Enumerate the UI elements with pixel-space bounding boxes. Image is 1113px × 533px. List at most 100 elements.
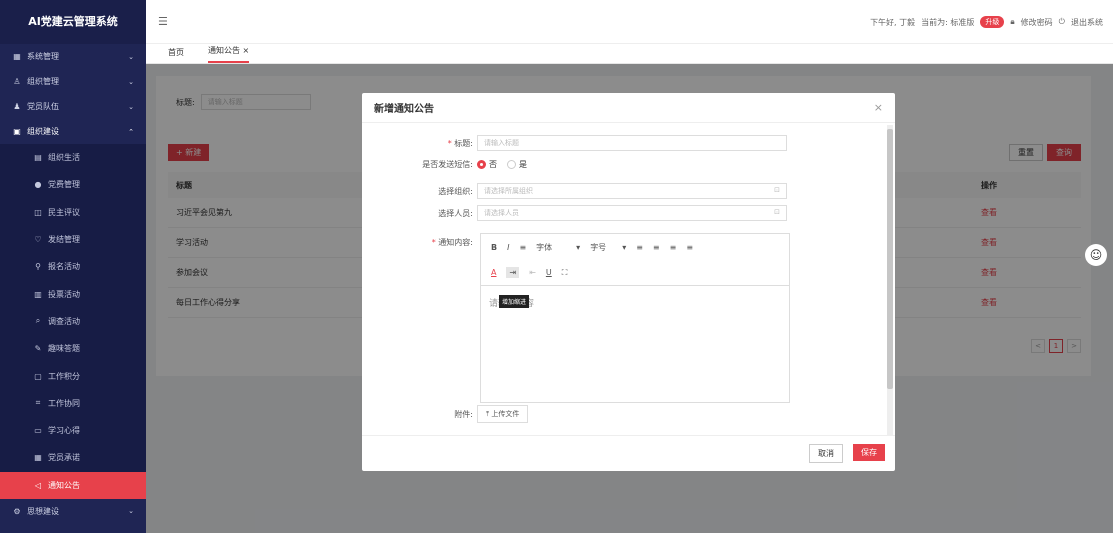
editor-toolbar-1: B I ≡ 字体 ▾ 字号 ▾ ≡ ≡ ≡ ≡ xyxy=(481,234,789,260)
app-title: AI党建云管理系统 xyxy=(0,0,146,44)
vote-icon: ▥ xyxy=(34,289,42,299)
title-input[interactable]: 请输入标题 xyxy=(477,135,787,151)
sub-label: 发结管理 xyxy=(48,235,80,245)
dialog-body: * 标题: 请输入标题 是否发送短信: 否 是 选择组织: 请选择所属组织 ⊡ 选… xyxy=(362,125,885,435)
sub-item-promise[interactable]: ▦ 党员承诺 xyxy=(0,444,146,472)
sub-item-signup[interactable]: ⚲ 报名活动 xyxy=(0,253,146,281)
sub-item-manage[interactable]: ♡ 发结管理 xyxy=(0,225,146,254)
size-select[interactable]: 字号 xyxy=(590,242,606,253)
tab-home[interactable]: 首页 xyxy=(168,47,184,63)
sub-item-vote[interactable]: ▥ 投票活动 xyxy=(0,280,146,308)
org-row: 选择组织: 请选择所属组织 ⊡ xyxy=(362,183,885,199)
sub-label: 报名活动 xyxy=(48,262,80,272)
book-icon: ▭ xyxy=(34,426,42,436)
search-icon: ⌕ xyxy=(35,316,41,326)
version-label: 当前为: 标准版 xyxy=(921,17,975,27)
menu-thought[interactable]: ⚙ 思想建设 ⌄ xyxy=(0,499,146,524)
upload-button[interactable]: ⤒ 上传文件 xyxy=(477,405,529,423)
sub-label: 工作协同 xyxy=(48,398,80,408)
sub-label: 组织生活 xyxy=(48,153,80,163)
chevron-down-icon: ⌄ xyxy=(128,52,134,61)
outdent-icon[interactable]: ⇤ xyxy=(529,268,536,277)
size-chevron-icon[interactable]: ▾ xyxy=(622,243,626,252)
dialog-title: 新增通知公告 xyxy=(374,104,434,115)
sub-label: 通知公告 xyxy=(48,480,80,490)
title-row: * 标题: 请输入标题 xyxy=(362,135,885,151)
scroll-thumb[interactable] xyxy=(887,129,893,389)
person-select[interactable]: 请选择人员 ⊡ xyxy=(477,205,787,221)
gear-icon: ⚙ xyxy=(13,506,21,516)
indent-icon[interactable]: ⇥ xyxy=(506,267,520,278)
menu-system[interactable]: ▦ 系统管理 ⌄ xyxy=(0,44,146,69)
radio-label: 否 xyxy=(489,160,497,169)
megaphone-icon: ◁ xyxy=(34,480,42,490)
close-icon[interactable]: × xyxy=(874,101,883,114)
menu-members[interactable]: ♟ 党员队伍 ⌄ xyxy=(0,94,146,119)
menu-label: 组织建设 xyxy=(27,127,59,136)
dialog-header: 新增通知公告 × xyxy=(362,93,895,123)
menu-fold-icon[interactable]: ☰ xyxy=(158,15,168,28)
sub-item-points[interactable]: ▢ 工作积分 xyxy=(0,362,146,390)
logout-icon: ⏻ xyxy=(1058,17,1065,26)
align-icon[interactable]: ≡ xyxy=(519,243,526,252)
sub-item-org-life[interactable]: ▤ 组织生活 xyxy=(0,144,146,172)
topbar: ☰ 下午好, 丁毅 当前为: 标准版 升级 🔒︎ 修改密码 ⏻ 退出系统 xyxy=(146,0,1113,44)
assistant-avatar-icon[interactable]: ☺ xyxy=(1085,244,1107,266)
sub-item-study[interactable]: ▭ 学习心得 xyxy=(0,416,146,445)
org-icon: ♙ xyxy=(13,77,21,86)
editor-toolbar-2: A ⇥ ⇤ U ⛶ xyxy=(481,260,789,286)
select-icon: ⊡ xyxy=(774,186,780,194)
logout-link[interactable]: 退出系统 xyxy=(1071,17,1103,28)
sms-row: 是否发送短信: 否 是 xyxy=(362,159,885,170)
sub-label: 党员承诺 xyxy=(48,453,80,463)
select-icon: ⊡ xyxy=(774,208,780,216)
sub-label: 学习心得 xyxy=(48,426,80,436)
align-right-icon[interactable]: ≡ xyxy=(670,243,677,252)
sms-no-radio[interactable]: 否 xyxy=(477,159,497,170)
indent-tooltip: 增加缩进 xyxy=(499,295,530,308)
person-placeholder: 请选择人员 xyxy=(484,209,519,217)
font-chevron-icon[interactable]: ▾ xyxy=(576,243,580,252)
save-button[interactable]: 保存 xyxy=(853,444,885,461)
font-select[interactable]: 字体 xyxy=(536,242,552,253)
sub-item-quiz[interactable]: ✎ 趣味答题 xyxy=(0,335,146,363)
tab-notice[interactable]: 通知公告 × xyxy=(208,45,250,63)
points-icon: ▢ xyxy=(34,371,42,381)
building-icon: ▣ xyxy=(13,127,21,136)
menu-org[interactable]: ♙ 组织管理 ⌄ xyxy=(0,69,146,94)
upgrade-badge[interactable]: 升级 xyxy=(980,16,1005,28)
menu-label: 思想建设 xyxy=(27,506,59,516)
sub-label: 民主评议 xyxy=(48,207,80,217)
change-password-link[interactable]: 修改密码 xyxy=(1021,17,1053,28)
title-label: * 标题: xyxy=(362,138,477,149)
align-justify-icon[interactable]: ≡ xyxy=(686,243,693,252)
align-left-icon[interactable]: ≡ xyxy=(636,243,643,252)
sub-item-survey[interactable]: ⌕ 调查活动 xyxy=(0,307,146,336)
underline-icon[interactable]: U xyxy=(546,268,552,277)
chevron-down-icon: ⌄ xyxy=(128,77,134,86)
shield-icon: ♡ xyxy=(34,235,42,245)
menu-construction[interactable]: ▣ 组织建设 ⌃ xyxy=(0,119,146,144)
font-color-icon[interactable]: A xyxy=(491,268,496,277)
dialog-scrollbar[interactable] xyxy=(887,125,893,435)
attach-row: 附件: ⤒ 上传文件 xyxy=(362,405,885,423)
lock-icon: 🔒︎ xyxy=(1010,17,1015,26)
italic-icon[interactable]: I xyxy=(507,243,509,252)
attach-label: 附件: xyxy=(454,409,473,419)
sms-label: 是否发送短信: xyxy=(422,160,473,169)
sub-item-review[interactable]: ◫ 民主评议 xyxy=(0,198,146,226)
align-center-icon[interactable]: ≡ xyxy=(653,243,660,252)
cancel-button[interactable]: 取消 xyxy=(809,444,843,463)
sub-label: 趣味答题 xyxy=(48,344,80,354)
sub-item-fee[interactable]: ● 党费管理 xyxy=(0,171,146,199)
notice-dialog: 新增通知公告 × * 标题: 请输入标题 是否发送短信: 否 是 选择组织: 请… xyxy=(362,93,895,471)
bold-icon[interactable]: B xyxy=(491,243,497,252)
signup-icon: ⚲ xyxy=(35,262,41,272)
sms-yes-radio[interactable]: 是 xyxy=(507,159,527,170)
fullscreen-icon[interactable]: ⛶ xyxy=(562,268,568,278)
person-row: 选择人员: 请选择人员 ⊡ xyxy=(362,205,885,221)
sub-item-collab[interactable]: ⌗ 工作协同 xyxy=(0,389,146,417)
sidebar: AI党建云管理系统 ▦ 系统管理 ⌄ ♙ 组织管理 ⌄ ♟ 党员队伍 ⌄ ▣ 组织建设 ⌃ ▤ 组… xyxy=(0,0,146,533)
sub-item-notice[interactable]: ◁ 通知公告 xyxy=(0,471,146,499)
org-select[interactable]: 请选择所属组织 ⊡ xyxy=(477,183,787,199)
